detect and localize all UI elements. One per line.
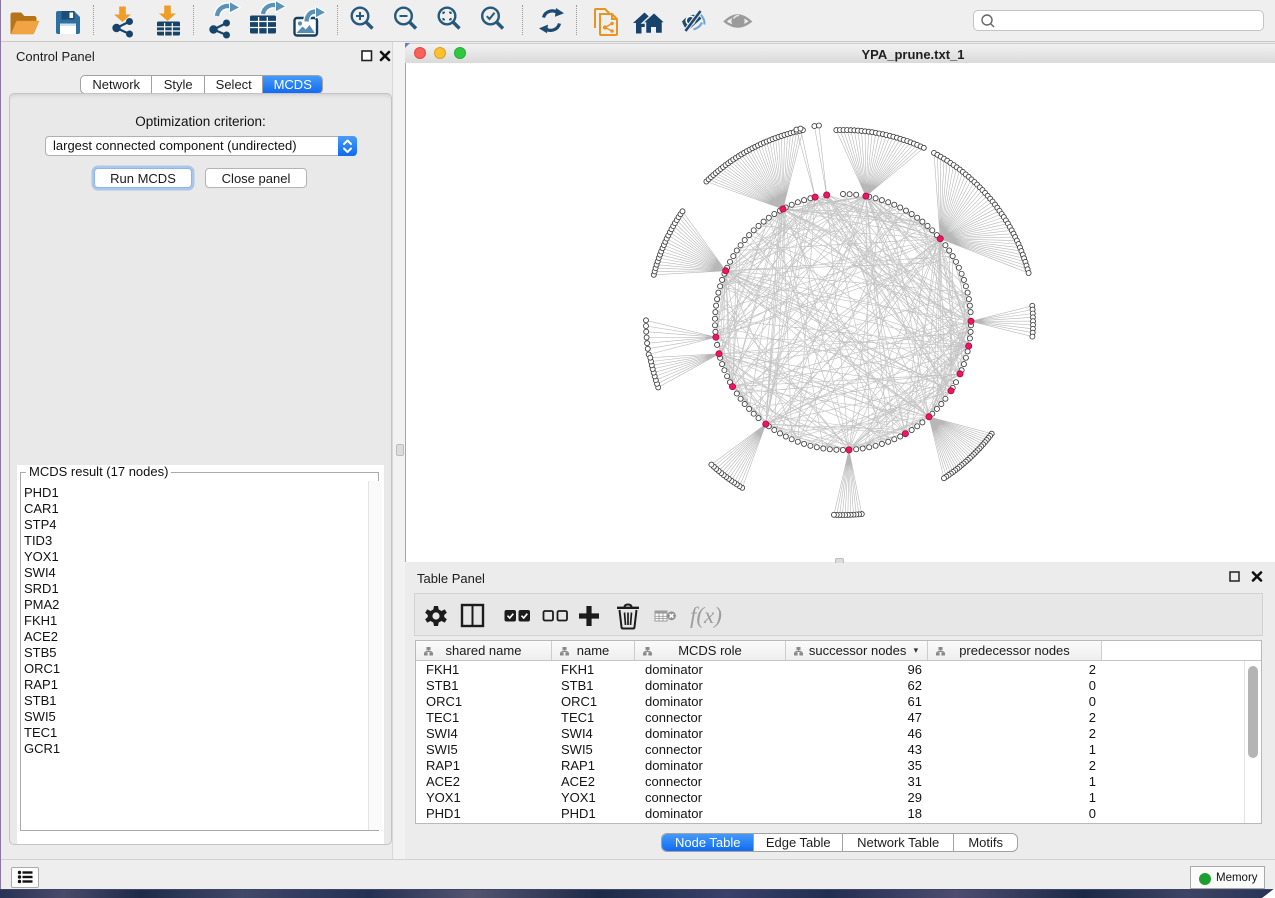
svg-text:f(x): f(x) (690, 603, 722, 628)
